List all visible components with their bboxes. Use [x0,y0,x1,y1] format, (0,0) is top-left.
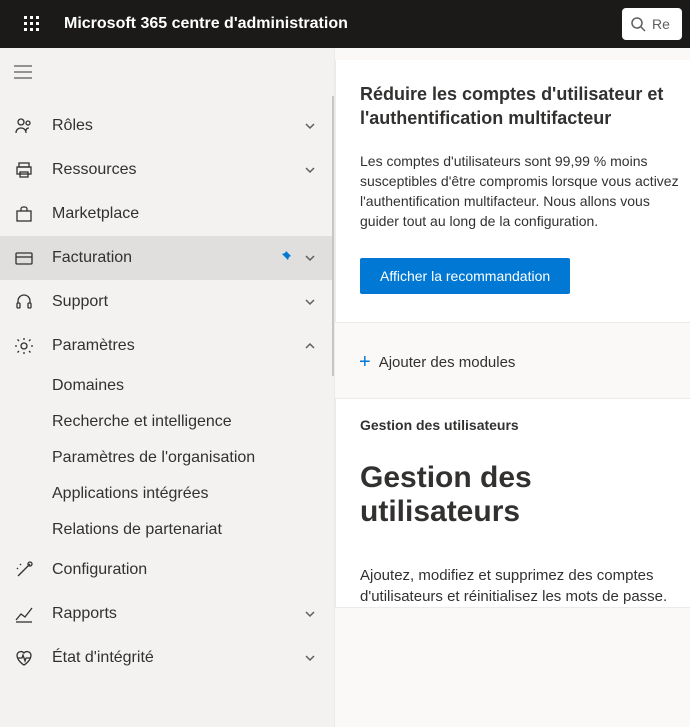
app-launcher-button[interactable] [8,0,56,48]
waffle-icon [24,16,40,32]
sidebar: Rôles Ressources Marketplace [0,48,335,727]
user-management-body: Ajoutez, modifiez et supprimez des compt… [360,565,690,607]
hamburger-icon [14,65,32,79]
chevron-down-icon [304,651,318,665]
sidebar-subitem-partenariat[interactable]: Relations de partenariat [0,512,334,548]
chevron-down-icon [304,163,318,177]
sidebar-subitem-domaines[interactable]: Domaines [0,368,334,404]
sidebar-item-label: Configuration [52,561,318,579]
headset-icon [14,292,34,312]
sidebar-item-label: Ressources [52,161,304,179]
sidebar-item-label: Facturation [52,249,278,267]
sidebar-subitem-recherche[interactable]: Recherche et intelligence [0,404,334,440]
search-input[interactable]: Re [622,8,682,40]
recommendation-body: Les comptes d'utilisateurs sont 99,99 % … [360,151,690,232]
sidebar-item-label: Rôles [52,117,304,135]
sidebar-subitem-label: Applications intégrées [52,485,209,503]
sidebar-item-marketplace[interactable]: Marketplace [0,192,334,236]
add-modules-button[interactable]: + Ajouter des modules [335,323,690,398]
add-modules-label: Ajouter des modules [379,354,516,371]
search-placeholder: Re [652,16,670,32]
pin-icon [278,250,294,266]
sidebar-item-ressources[interactable]: Ressources [0,148,334,192]
sidebar-subitem-label: Domaines [52,377,124,395]
wand-icon [14,560,34,580]
printer-icon [14,160,34,180]
sidebar-subitem-label: Relations de partenariat [52,521,222,539]
sidebar-subitem-label: Paramètres de l'organisation [52,449,255,467]
chevron-down-icon [304,295,318,309]
show-recommendation-button[interactable]: Afficher la recommandation [360,258,570,294]
sidebar-item-label: Paramètres [52,337,304,355]
sidebar-item-parametres[interactable]: Paramètres [0,324,334,368]
chevron-up-icon [304,339,318,353]
sidebar-item-label: Rapports [52,605,304,623]
sidebar-item-label: Support [52,293,304,311]
sidebar-item-etat[interactable]: État d'intégrité [0,636,334,680]
chevron-down-icon [304,607,318,621]
recommendation-title: Réduire les comptes d'utilisateur et l'a… [360,82,690,131]
sidebar-item-rapports[interactable]: Rapports [0,592,334,636]
main-content: Réduire les comptes d'utilisateur et l'a… [335,48,690,727]
sidebar-item-roles[interactable]: Rôles [0,104,334,148]
sidebar-subitem-apps[interactable]: Applications intégrées [0,476,334,512]
credit-card-icon [14,248,34,268]
user-management-label: Gestion des utilisateurs [360,417,690,433]
sidebar-item-support[interactable]: Support [0,280,334,324]
search-icon [630,16,646,32]
plus-icon: + [359,351,371,374]
sidebar-item-configuration[interactable]: Configuration [0,548,334,592]
sidebar-item-facturation[interactable]: Facturation [0,236,334,280]
roles-icon [14,116,34,136]
sidebar-item-label: Marketplace [52,205,318,223]
sidebar-item-label: État d'intégrité [52,649,304,667]
chevron-down-icon [304,251,318,265]
user-management-card: Gestion des utilisateurs Gestion des uti… [335,398,690,608]
gear-icon [14,336,34,356]
chevron-down-icon [304,119,318,133]
health-icon [14,648,34,668]
user-management-title: Gestion des utilisateurs [360,461,690,529]
briefcase-icon [14,204,34,224]
app-title: Microsoft 365 centre d'administration [56,15,622,33]
chart-icon [14,604,34,624]
nav-toggle-button[interactable] [0,48,334,96]
sidebar-subitem-label: Recherche et intelligence [52,413,232,431]
recommendation-card: Réduire les comptes d'utilisateur et l'a… [335,60,690,323]
sidebar-subitem-org[interactable]: Paramètres de l'organisation [0,440,334,476]
